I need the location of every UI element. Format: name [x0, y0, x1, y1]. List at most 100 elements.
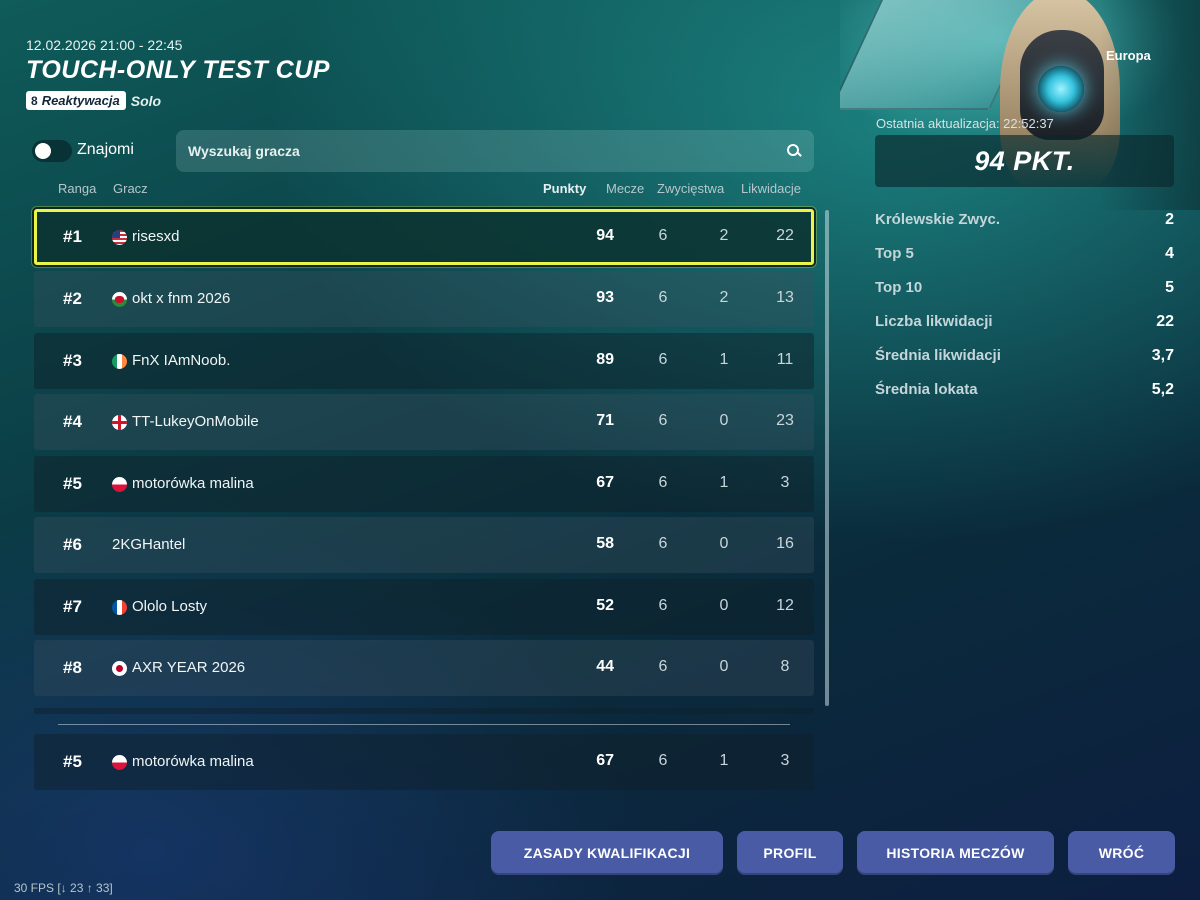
row-rank: #3	[63, 351, 82, 370]
row-kills: 3	[780, 752, 790, 769]
row-wins: 1	[719, 351, 729, 368]
row-player-name: motorówka malina	[132, 753, 254, 770]
mode-badge: 8 Reaktywacja	[26, 91, 126, 110]
column-header-matches: Mecze	[606, 181, 645, 196]
leaderboard-row[interactable]: #1 risesxd 94 6 2 22	[34, 209, 814, 265]
row-wins: 0	[719, 597, 729, 614]
column-header-wins: Zwycięstwa	[657, 181, 725, 196]
row-kills: 22	[776, 227, 794, 244]
mode-badge-label: Reaktywacja	[41, 93, 120, 108]
fps-counter: 30 FPS [↓ 23 ↑ 33]	[14, 881, 113, 895]
row-wins: 0	[719, 535, 729, 552]
poland-flag-icon	[112, 477, 127, 492]
leaderboard-row[interactable]: #2 okt x fnm 2026 93 6 2 13	[34, 271, 814, 327]
leaderboard-row[interactable]: #7 Ololo Losty 52 6 0 12	[34, 579, 814, 635]
search-icon[interactable]	[786, 143, 802, 159]
england-flag-icon	[112, 415, 127, 430]
friends-toggle-label[interactable]: Znajomi	[77, 141, 134, 159]
poland-flag-icon	[112, 755, 127, 770]
stat-value-top10: 5	[1165, 279, 1174, 296]
row-points: 93	[596, 289, 614, 306]
mode-row: 8 Reaktywacja Solo	[26, 91, 161, 110]
column-header-rank: Ranga	[58, 181, 97, 196]
row-matches: 6	[658, 597, 668, 614]
match-history-button[interactable]: HISTORIA MECZÓW	[857, 831, 1054, 875]
row-kills: 8	[780, 658, 790, 675]
leaderboard-row[interactable]: #5 motorówka malina 67 6 1 3	[34, 456, 814, 512]
japan-flag-icon	[112, 661, 127, 676]
stat-value-avg-placement: 5,2	[1151, 381, 1174, 398]
row-player-name: risesxd	[132, 228, 180, 245]
stat-value-avg-eliminations: 3,7	[1151, 347, 1174, 364]
row-wins: 2	[719, 289, 729, 306]
leaderboard-row[interactable]: #6 2KGHantel 58 6 0 16	[34, 517, 814, 573]
stat-label-avg-placement: Średnia lokata	[875, 381, 978, 398]
row-matches: 6	[658, 474, 668, 491]
stat-label-avg-eliminations: Średnia likwidacji	[875, 347, 1001, 364]
player-points-box: 94 PKT.	[875, 135, 1174, 187]
next-row-partial	[34, 708, 814, 714]
row-player-name: FnX IAmNoob.	[132, 352, 231, 369]
leaderboard-row[interactable]: #3 FnX IAmNoob. 89 6 1 11	[34, 333, 814, 389]
row-points: 44	[596, 658, 614, 675]
stat-label-top10: Top 10	[875, 279, 923, 296]
leaderboard-row[interactable]: #8 AXR YEAR 2026 44 6 0 8	[34, 640, 814, 696]
column-header-kills: Likwidacje	[741, 181, 801, 196]
profile-button[interactable]: PROFIL	[737, 831, 843, 875]
event-datetime: 12.02.2026 21:00 - 22:45	[26, 37, 183, 53]
back-button[interactable]: WRÓĆ	[1068, 831, 1175, 875]
character-lens-art	[1038, 66, 1084, 112]
player-search-input[interactable]: Wyszukaj gracza	[176, 130, 814, 172]
region-label: Europa	[1106, 48, 1151, 63]
leaderboard-row[interactable]: #4 TT-LukeyOnMobile 71 6 0 23	[34, 394, 814, 450]
row-player-name: Ololo Losty	[132, 598, 208, 615]
row-rank: #6	[63, 535, 82, 554]
row-matches: 6	[658, 227, 668, 244]
own-player-row[interactable]: #5 motorówka malina 67 6 1 3	[34, 734, 814, 790]
own-row-divider	[58, 724, 790, 725]
wales-flag-icon	[112, 292, 127, 307]
row-matches: 6	[658, 289, 668, 306]
row-rank: #8	[63, 658, 82, 677]
row-rank: #2	[63, 289, 82, 308]
us-flag-icon	[112, 230, 127, 245]
qualification-rules-button[interactable]: ZASADY KWALIFIKACJI	[491, 831, 723, 875]
row-rank: #5	[63, 752, 82, 771]
row-player-name: okt x fnm 2026	[132, 290, 231, 307]
row-rank: #5	[63, 474, 82, 493]
row-player-name: TT-LukeyOnMobile	[132, 413, 259, 430]
row-player-name: 2KGHantel	[112, 536, 186, 553]
player-points: 94 PKT.	[974, 145, 1075, 176]
row-kills: 16	[776, 535, 794, 552]
row-points: 71	[596, 412, 614, 429]
ireland-flag-icon	[112, 354, 127, 369]
row-matches: 6	[658, 752, 668, 769]
row-wins: 0	[719, 412, 729, 429]
row-matches: 6	[658, 535, 668, 552]
friends-toggle[interactable]	[32, 140, 72, 162]
stat-label-top5: Top 5	[875, 245, 914, 262]
stat-value-top5: 4	[1165, 245, 1174, 262]
row-points: 52	[596, 597, 614, 614]
last-update-text: Ostatnia aktualizacja: 22:52:37	[876, 116, 1054, 131]
row-rank: #1	[63, 227, 82, 246]
stat-value-royale-wins: 2	[1165, 211, 1174, 228]
row-rank: #4	[63, 412, 82, 431]
row-rank: #7	[63, 597, 82, 616]
row-kills: 12	[776, 597, 794, 614]
stat-value-eliminations: 22	[1156, 313, 1174, 330]
stat-label-eliminations: Liczba likwidacji	[875, 313, 993, 330]
row-points: 89	[596, 351, 614, 368]
leaderboard-scrollbar[interactable]	[825, 210, 829, 706]
row-matches: 6	[658, 658, 668, 675]
row-kills: 23	[776, 412, 794, 429]
mode-type: Solo	[130, 92, 162, 109]
row-kills: 3	[780, 474, 790, 491]
row-wins: 0	[719, 658, 729, 675]
toggle-knob	[35, 143, 51, 159]
row-matches: 6	[658, 351, 668, 368]
france-flag-icon	[112, 600, 127, 615]
row-kills: 11	[776, 351, 794, 368]
row-points: 94	[596, 227, 614, 244]
row-points: 67	[596, 752, 614, 769]
